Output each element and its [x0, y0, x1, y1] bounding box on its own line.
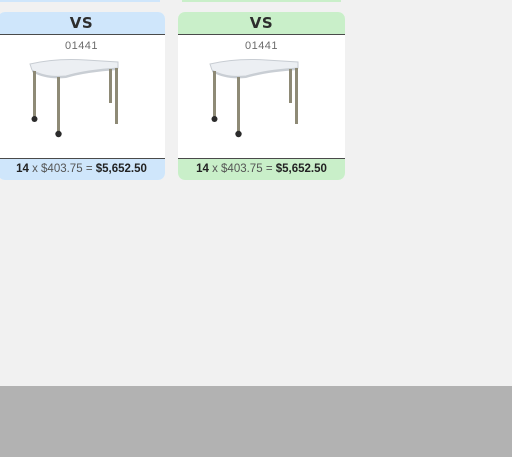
times-sign: x [32, 163, 38, 175]
product-image[interactable] [0, 52, 165, 162]
quantity: 14 [16, 163, 29, 175]
total-price: $5,652.50 [95, 163, 147, 175]
times-sign: x [212, 163, 218, 175]
equals-sign: = [265, 163, 273, 175]
card-header: VS [0, 12, 165, 35]
top-strip-left [0, 0, 160, 2]
bottom-bar [0, 386, 512, 457]
quantity: 14 [196, 163, 209, 175]
desk-table-icon [29, 59, 119, 138]
unit-price: $403.75 [41, 163, 83, 175]
top-strip-right [182, 0, 341, 2]
card-price-line: 14 x $403.75 = $5,652.50 [0, 158, 165, 180]
card-price-line: 14 x $403.75 = $5,652.50 [178, 158, 345, 180]
product-card-2[interactable]: VS 01441 14 x $403.75 = $5,652.50 [178, 12, 345, 180]
product-card-1[interactable]: VS 01441 14 x $403.75 = $5,652.50 [0, 12, 165, 180]
desk-table-icon [209, 59, 299, 138]
product-code: 01441 [244, 40, 279, 52]
total-price: $5,652.50 [275, 163, 327, 175]
equals-sign: = [85, 163, 93, 175]
product-image[interactable] [178, 52, 345, 162]
product-code: 01441 [64, 40, 99, 52]
unit-price: $403.75 [221, 163, 263, 175]
card-header: VS [178, 12, 345, 35]
